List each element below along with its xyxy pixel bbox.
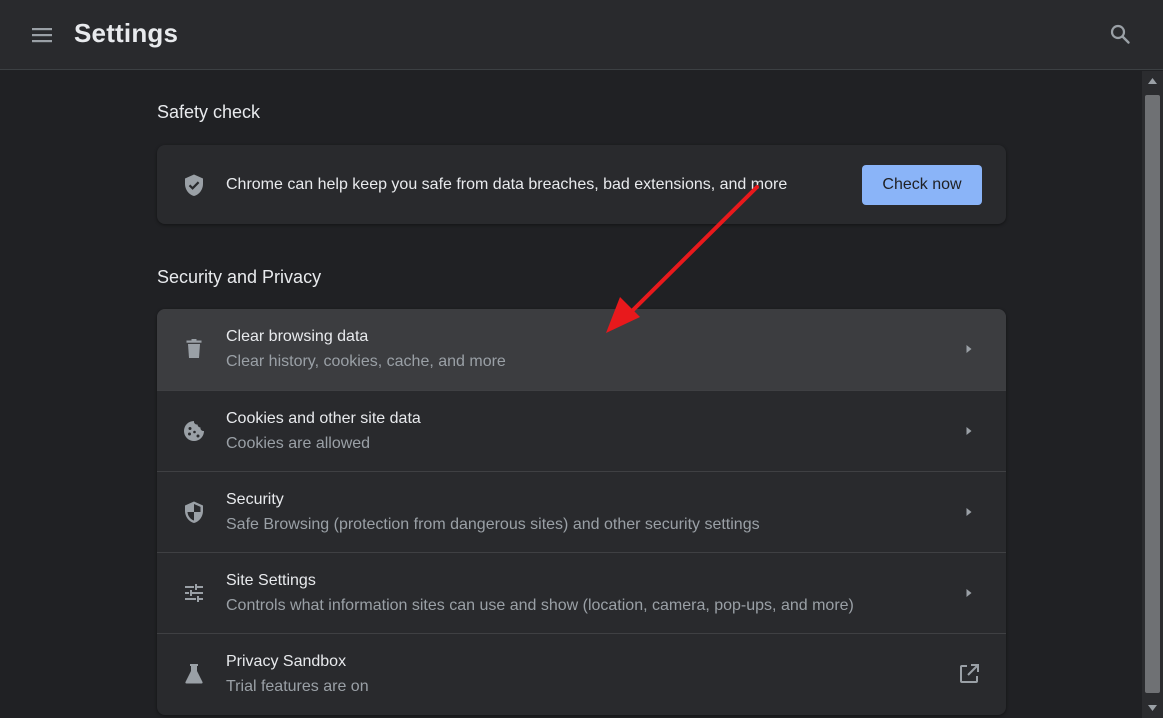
scroll-down-arrow-icon[interactable] [1142, 698, 1163, 718]
tune-icon [185, 584, 203, 602]
chevron-right-icon [966, 508, 972, 516]
security-privacy-card: Clear browsing data Clear history, cooki… [157, 309, 1006, 715]
row-title: Site Settings [226, 572, 316, 589]
chevron-right-icon [966, 345, 972, 353]
security-privacy-heading: Security and Privacy [157, 267, 322, 287]
row-title: Security [226, 491, 284, 508]
top-toolbar: Settings [0, 0, 1163, 70]
chevron-right-icon [966, 427, 972, 435]
privacy-sandbox-row[interactable]: Privacy Sandbox Trial features are on [157, 633, 1006, 714]
scroll-up-arrow-icon[interactable] [1142, 71, 1163, 91]
clear-browsing-data-row[interactable]: Clear browsing data Clear history, cooki… [157, 309, 1006, 390]
shield-check-icon [185, 174, 203, 196]
page-title: Settings [74, 18, 179, 48]
hamburger-menu-icon[interactable] [30, 23, 54, 47]
row-subtitle: Clear history, cookies, cache, and more [226, 353, 506, 370]
safety-check-heading: Safety check [157, 102, 261, 122]
open-in-new-icon[interactable] [957, 662, 981, 686]
row-title: Privacy Sandbox [226, 653, 347, 670]
shield-icon [185, 501, 203, 523]
cookies-row[interactable]: Cookies and other site data Cookies are … [157, 390, 1006, 471]
security-row[interactable]: Security Safe Browsing (protection from … [157, 471, 1006, 552]
row-title: Clear browsing data [226, 328, 369, 345]
chevron-right-icon [966, 589, 972, 597]
row-title: Cookies and other site data [226, 410, 421, 427]
row-subtitle: Safe Browsing (protection from dangerous… [226, 516, 760, 533]
row-subtitle: Controls what information sites can use … [226, 597, 854, 614]
check-now-button[interactable]: Check now [862, 165, 982, 205]
flask-icon [185, 664, 203, 684]
site-settings-row[interactable]: Site Settings Controls what information … [157, 552, 1006, 633]
safety-check-card: Chrome can help keep you safe from data … [157, 145, 1006, 224]
row-subtitle: Trial features are on [226, 678, 369, 695]
vertical-scrollbar[interactable] [1142, 71, 1163, 718]
safety-check-message: Chrome can help keep you safe from data … [226, 176, 788, 193]
search-icon[interactable] [1108, 22, 1132, 46]
scrollbar-thumb[interactable] [1145, 95, 1160, 693]
row-subtitle: Cookies are allowed [226, 435, 371, 452]
cookie-icon [184, 421, 204, 441]
trash-icon [186, 339, 202, 358]
settings-main: Safety check Chrome can help keep you sa… [0, 71, 1142, 718]
